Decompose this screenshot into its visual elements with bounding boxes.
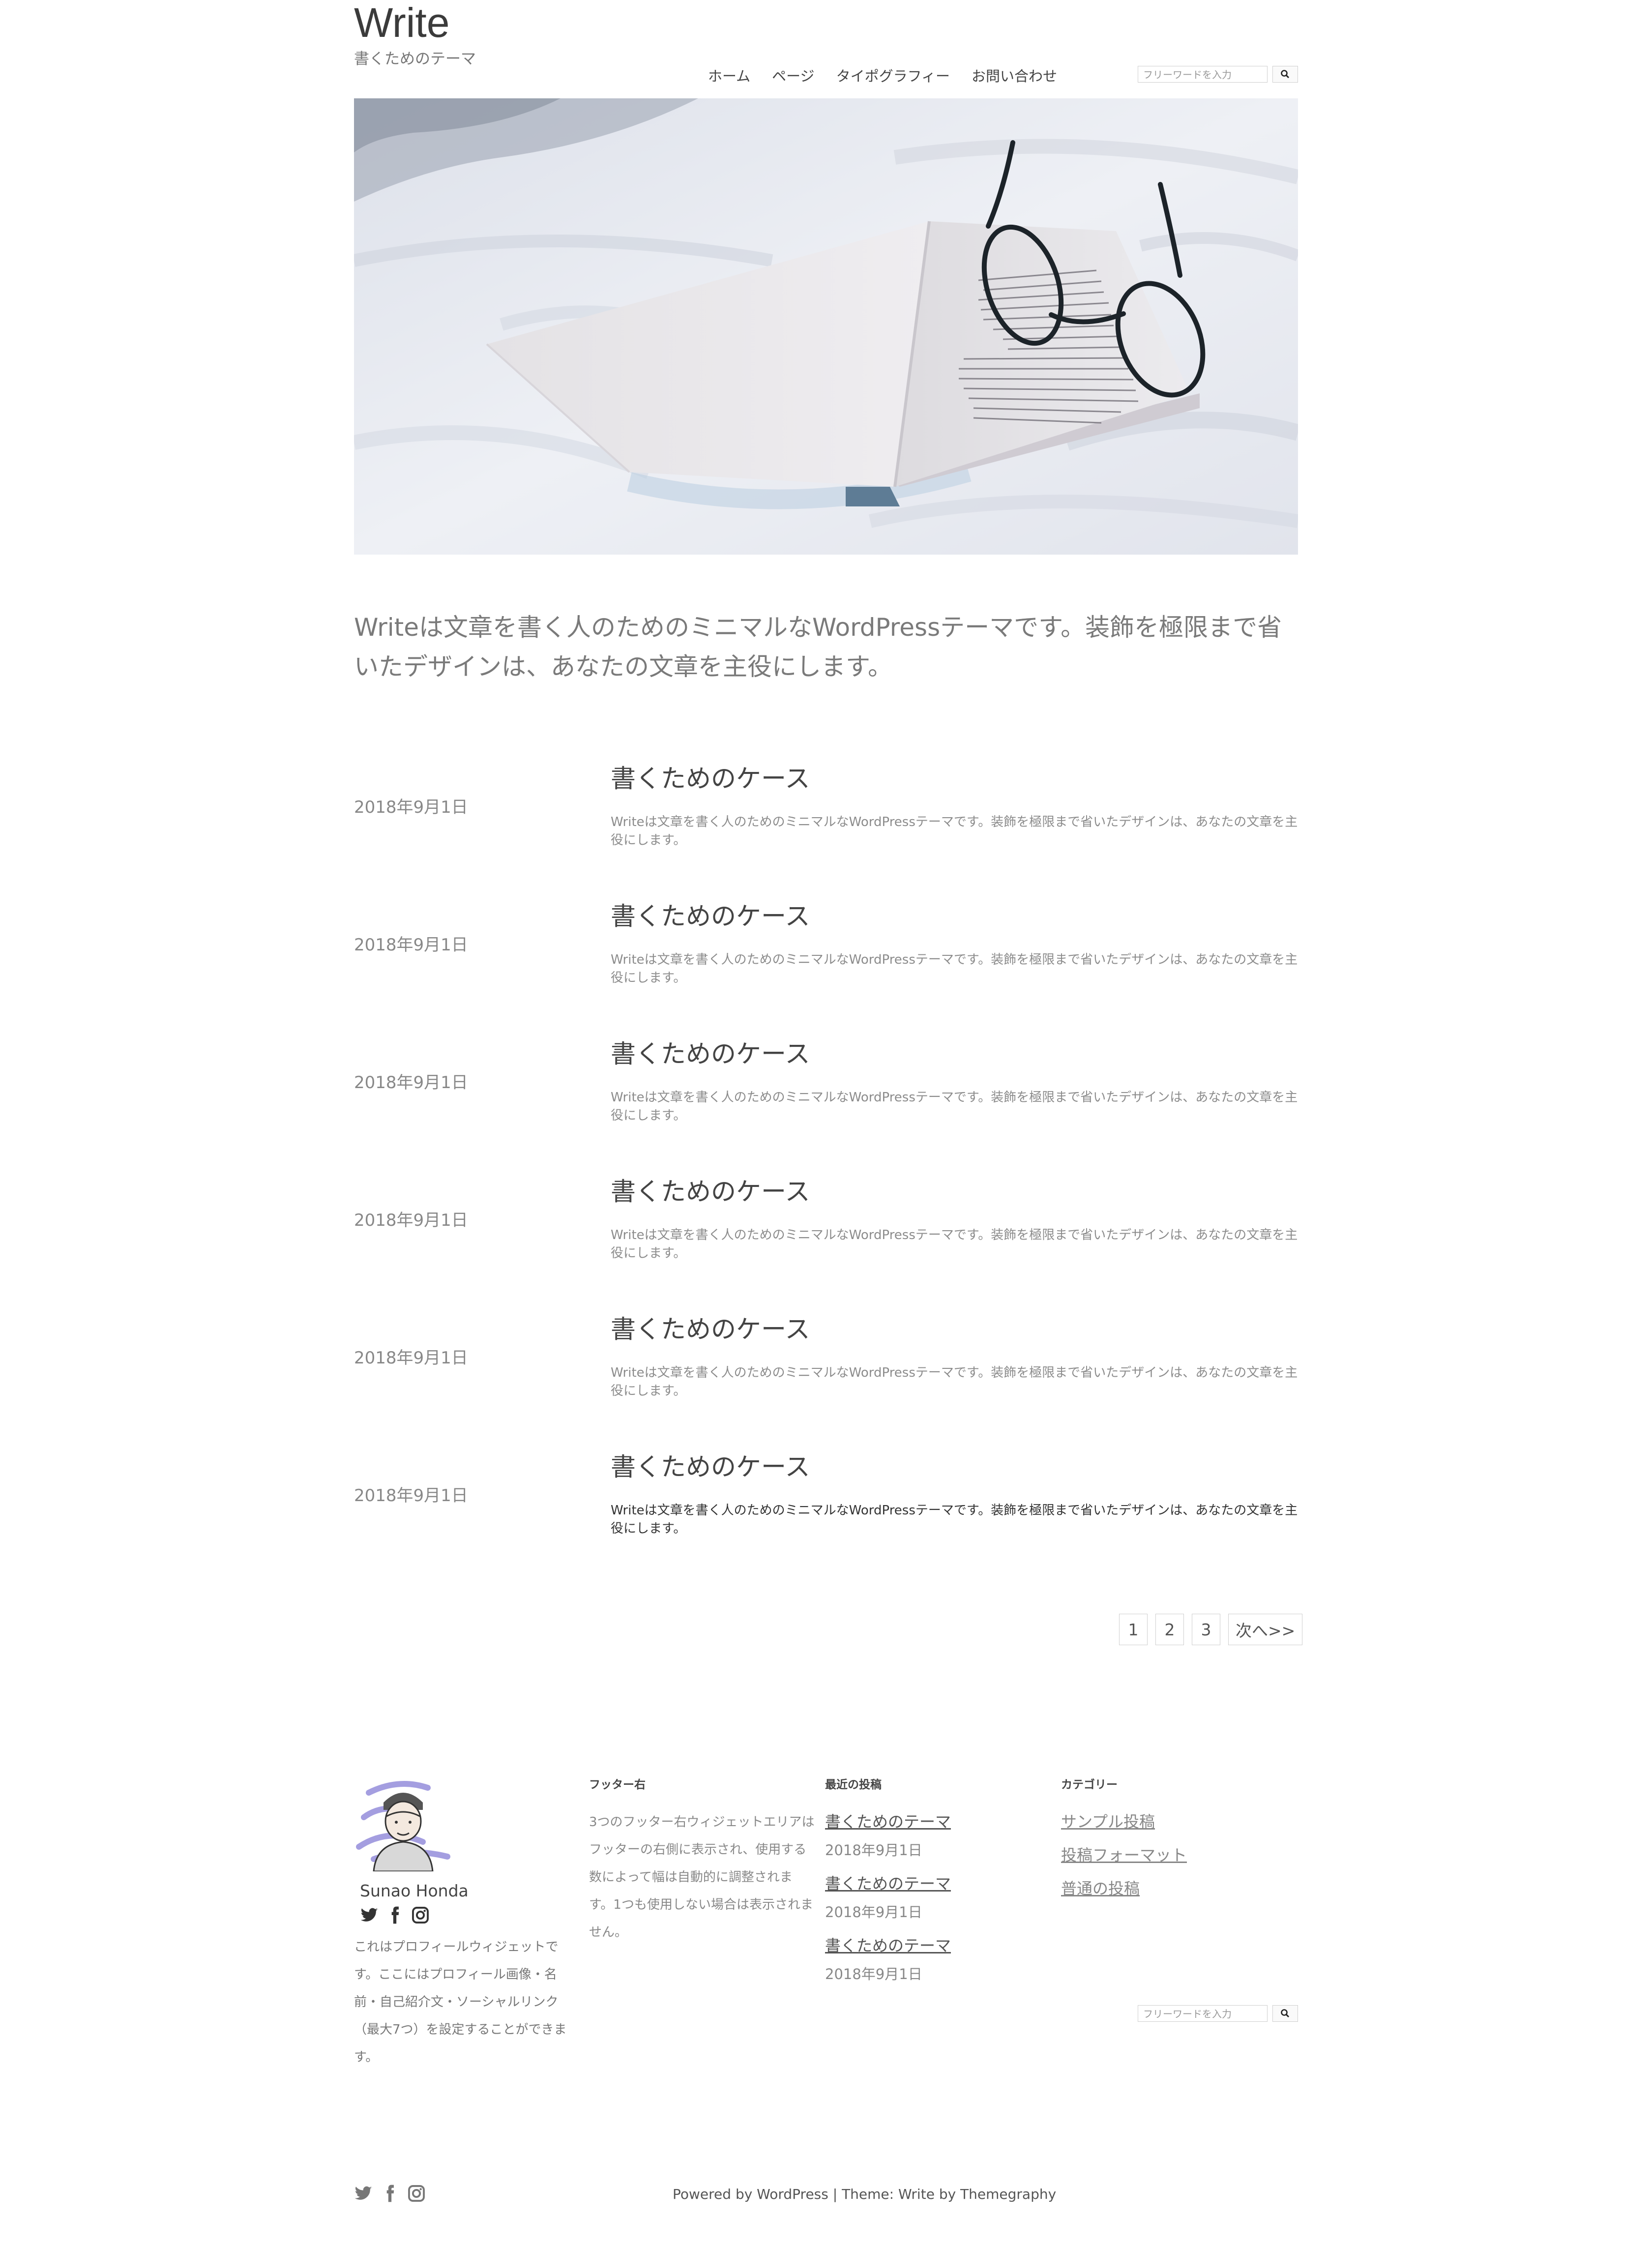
post-title[interactable]: 書くためのケース bbox=[611, 1034, 810, 1070]
post-title[interactable]: 書くためのケース bbox=[611, 1447, 810, 1483]
site-intro: Writeは文章を書く人のためのミニマルなWordPressテーマです。装飾を極… bbox=[354, 613, 1282, 681]
category-link[interactable]: 投稿フォーマット bbox=[1061, 1843, 1187, 1865]
facebook-icon[interactable] bbox=[385, 1906, 404, 1924]
footer-right-title: フッター右 bbox=[589, 1778, 646, 1791]
twitter-icon[interactable] bbox=[360, 1906, 379, 1924]
recent-post-date: 2018年9月1日 bbox=[825, 1904, 922, 1921]
header-search: フリーワードを入力 bbox=[1138, 66, 1298, 85]
page-number-2[interactable]: 2 bbox=[1155, 1614, 1184, 1645]
post-date: 2018年9月1日 bbox=[354, 1073, 468, 1093]
recent-post-date: 2018年9月1日 bbox=[825, 1966, 922, 1982]
footer-social-links bbox=[354, 2184, 426, 2203]
instagram-icon[interactable] bbox=[407, 2184, 426, 2203]
post-title[interactable]: 書くためのケース bbox=[611, 896, 810, 932]
site-tagline: 書くためのテーマ bbox=[354, 50, 476, 68]
post-excerpt: Writeは文章を書く人のためのミニマルなWordPressテーマです。装飾を極… bbox=[611, 1090, 1298, 1123]
pagination: 1 2 3 次へ>> bbox=[1119, 1614, 1303, 1645]
recent-post-link[interactable]: 書くためのテーマ bbox=[825, 1809, 951, 1832]
footer-credits[interactable]: Powered by WordPress | Theme: Write by T… bbox=[673, 2186, 1056, 2202]
search-button[interactable] bbox=[1272, 66, 1298, 83]
search-icon bbox=[1281, 2009, 1290, 2018]
nav-item-contact[interactable]: お問い合わせ bbox=[972, 65, 1057, 86]
footer-right-text: 3つのフッター右ウィジェットエリアはフッターの右側に表示され、使用する数によって… bbox=[589, 1815, 815, 1940]
post-excerpt: Writeは文章を書く人のためのミニマルなWordPressテーマです。装飾を極… bbox=[611, 1365, 1298, 1398]
categories-title: カテゴリー bbox=[1061, 1778, 1118, 1791]
page: Write 書くためのテーマ ホーム ページ タイポグラフィー お問い合わせ フ… bbox=[0, 0, 1652, 2248]
post-excerpt: Writeは文章を書く人のためのミニマルなWordPressテーマです。装飾を極… bbox=[611, 1228, 1298, 1261]
profile-text: これはプロフィールウィジェットです。ここにはプロフィール画像・名前・自己紹介文・… bbox=[354, 1940, 567, 2065]
post-title[interactable]: 書くためのケース bbox=[611, 1309, 810, 1345]
recent-post-link[interactable]: 書くためのテーマ bbox=[825, 1871, 951, 1894]
category-link[interactable]: サンプル投稿 bbox=[1061, 1809, 1155, 1832]
site-title[interactable]: Write bbox=[354, 0, 449, 47]
search-input[interactable]: フリーワードを入力 bbox=[1138, 2005, 1268, 2022]
recent-post-link[interactable]: 書くためのテーマ bbox=[825, 1933, 951, 1956]
post-date: 2018年9月1日 bbox=[354, 1486, 468, 1506]
profile-social-links bbox=[360, 1906, 430, 1924]
post-excerpt: Writeは文章を書く人のためのミニマルなWordPressテーマです。装飾を極… bbox=[611, 815, 1298, 848]
avatar bbox=[354, 1773, 452, 1872]
post-excerpt: Writeは文章を書く人のためのミニマルなWordPressテーマです。装飾を極… bbox=[611, 952, 1298, 985]
next-page-link[interactable]: 次へ>> bbox=[1228, 1614, 1303, 1645]
search-icon bbox=[1281, 70, 1290, 79]
profile-name: Sunao Honda bbox=[360, 1881, 469, 1900]
page-number-1[interactable]: 1 bbox=[1119, 1614, 1148, 1645]
search-button[interactable] bbox=[1272, 2005, 1298, 2022]
post-date: 2018年9月1日 bbox=[354, 798, 468, 817]
twitter-icon[interactable] bbox=[354, 2184, 373, 2203]
facebook-icon[interactable] bbox=[381, 2184, 399, 2203]
post-date: 2018年9月1日 bbox=[354, 1348, 468, 1368]
nav-item-home[interactable]: ホーム bbox=[708, 65, 750, 86]
post-excerpt: Writeは文章を書く人のためのミニマルなWordPressテーマです。装飾を極… bbox=[611, 1503, 1298, 1536]
recent-posts-title: 最近の投稿 bbox=[825, 1778, 882, 1791]
nav-item-typography[interactable]: タイポグラフィー bbox=[836, 65, 950, 86]
page-number-3[interactable]: 3 bbox=[1192, 1614, 1220, 1645]
footer-search: フリーワードを入力 bbox=[1138, 2005, 1298, 2024]
search-input[interactable]: フリーワードを入力 bbox=[1138, 66, 1268, 83]
post-date: 2018年9月1日 bbox=[354, 935, 468, 955]
instagram-icon[interactable] bbox=[411, 1906, 430, 1924]
post-date: 2018年9月1日 bbox=[354, 1211, 468, 1230]
hero-image bbox=[354, 98, 1298, 555]
post-title[interactable]: 書くためのケース bbox=[611, 758, 810, 795]
category-link[interactable]: 普通の投稿 bbox=[1061, 1876, 1140, 1899]
post-title[interactable]: 書くためのケース bbox=[611, 1171, 810, 1208]
recent-post-date: 2018年9月1日 bbox=[825, 1842, 922, 1859]
main-nav: ホーム ページ タイポグラフィー お問い合わせ bbox=[708, 65, 1057, 86]
nav-item-page[interactable]: ページ bbox=[772, 65, 814, 86]
